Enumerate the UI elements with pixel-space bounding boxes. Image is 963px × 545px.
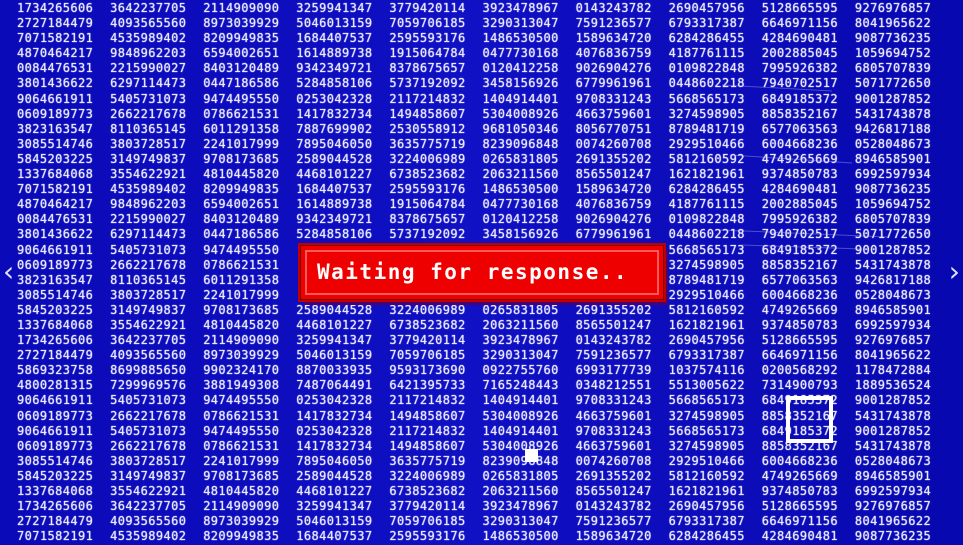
number-row: 2727184479 4093565560 8973039929 5046013159…: [17, 14, 957, 30]
number-row: 1734265606 3642237705 2114909090 3259941347…: [17, 331, 957, 347]
number-row: 9064661911 5405731073 9474495550 0253042328…: [17, 90, 957, 106]
number-row: 1734265606 3642237705 2114909090 3259941347…: [17, 0, 957, 15]
dialog-message: Waiting for response..: [317, 260, 629, 284]
number-row: 4870464217 9848962203 6594002651 1614889738…: [17, 44, 957, 60]
number-row: 1337684068 3554622921 4810445820 4468101227…: [17, 482, 957, 498]
number-row: 3801436622 6297114473 0447186586 5284858106…: [17, 74, 957, 90]
number-cell: 1486530500: [482, 529, 559, 544]
number-row: 2727184479 4093565560 8973039929 5046013159…: [17, 512, 957, 528]
number-row: 4800281315 7299969576 3881949308 7487064491…: [17, 376, 957, 392]
number-row: 4870464217 9848962203 6594002651 1614889738…: [17, 195, 957, 211]
selection-box[interactable]: [786, 396, 833, 443]
number-cell: 4535989402: [110, 529, 187, 544]
screen: 1734265606 3642237705 2114909090 3259941347…: [0, 0, 963, 545]
number-row: 7071582191 4535989402 8209949835 1684407537…: [17, 29, 957, 45]
number-cell: 1684407537: [296, 529, 373, 544]
number-cell: 6284286455: [668, 529, 745, 544]
waiting-dialog: Waiting for response..: [300, 245, 664, 300]
number-row: 1337684068 3554622921 4810445820 4468101227…: [17, 316, 957, 332]
number-row: 5845203225 3149749837 9708173685 2589044528…: [17, 301, 957, 317]
number-cell: 9087736235: [854, 529, 932, 544]
number-row: 0084476531 2215990027 8403120489 9342349721…: [17, 59, 957, 75]
cursor-square: [525, 449, 538, 462]
number-row: 5845203225 3149749837 9708173685 2589044528…: [17, 467, 957, 483]
chevron-left-icon[interactable]: ‹: [3, 258, 14, 286]
number-row: 3085514746 3803728517 2241017999 7895046050…: [17, 452, 957, 468]
chevron-right-icon[interactable]: ›: [949, 258, 960, 286]
number-cell: 7071582191: [17, 529, 94, 544]
number-cell: 1589634720: [575, 529, 652, 544]
number-row: 1337684068 3554622921 4810445820 4468101227…: [17, 165, 957, 181]
number-cell: 8209949835: [203, 529, 280, 544]
number-cell: 2595593176: [389, 529, 466, 544]
number-row: 0084476531 2215990027 8403120489 9342349721…: [17, 210, 957, 226]
number-row: 2727184479 4093565560 8973039929 5046013159…: [17, 346, 957, 362]
number-row: 5845203225 3149749837 9708173685 2589044528…: [17, 150, 957, 166]
number-row: 3801436622 6297114473 0447186586 5284858106…: [17, 225, 957, 241]
number-row: 1734265606 3642237705 2114909090 3259941347…: [17, 497, 957, 513]
number-row: 7071582191 4535989402 8209949835 1684407537…: [17, 527, 957, 544]
number-row: 0609189773 2662217678 0786621531 1417832734…: [17, 105, 957, 121]
number-row: 5869323758 8699885650 9902324170 8870033935…: [17, 361, 957, 377]
number-cell: 4284690481: [761, 529, 838, 544]
number-row: 3085514746 3803728517 2241017999 7895046050…: [17, 135, 957, 151]
number-row: 7071582191 4535989402 8209949835 1684407537…: [17, 180, 957, 196]
number-row: 3823163547 8110365145 6011291358 7887699902…: [17, 120, 957, 136]
